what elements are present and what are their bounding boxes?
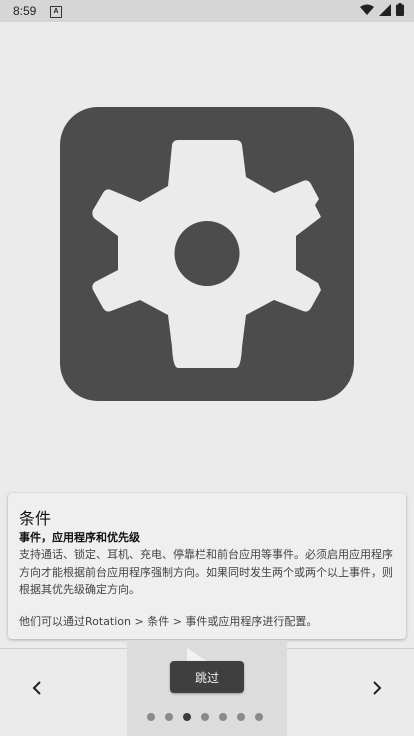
- page-dot-7[interactable]: [255, 713, 263, 721]
- card-subtitle: 事件，应用程序和优先级: [19, 531, 140, 544]
- card-title: 条件: [19, 509, 52, 528]
- status-time: 8:59: [13, 4, 37, 18]
- wifi-icon: [360, 4, 374, 15]
- page-dot-2[interactable]: [165, 713, 173, 721]
- page-dot-3[interactable]: [183, 713, 191, 721]
- status-icons: [360, 3, 404, 16]
- chevron-right-icon: [373, 681, 382, 695]
- info-card: 条件 事件，应用程序和优先级 支持通话、锁定、耳机、充电、停靠栏和前台应用等事件…: [8, 493, 406, 639]
- status-bar: 8:59 A: [0, 0, 414, 22]
- page-dot-4[interactable]: [201, 713, 209, 721]
- gear-icon: [92, 140, 321, 368]
- card-footer: 他们可以通过Rotation > 条件 > 事件或应用程序进行配置。: [19, 615, 318, 628]
- chevron-left-icon: [32, 681, 41, 695]
- a-icon: A: [50, 6, 62, 18]
- battery-icon: [396, 3, 404, 16]
- page-dot-6[interactable]: [237, 713, 245, 721]
- hero-image: [60, 107, 354, 401]
- signal-icon: [379, 3, 391, 16]
- page-dot-1[interactable]: [147, 713, 155, 721]
- card-description: 支持通话、锁定、耳机、充电、停靠栏和前台应用等事件。必须启用应用程序方向才能根据…: [19, 548, 393, 596]
- prev-button[interactable]: [25, 676, 49, 700]
- page-dot-5[interactable]: [219, 713, 227, 721]
- skip-button[interactable]: 跳过: [170, 661, 244, 693]
- page-indicator: [147, 713, 263, 721]
- next-button[interactable]: [365, 676, 389, 700]
